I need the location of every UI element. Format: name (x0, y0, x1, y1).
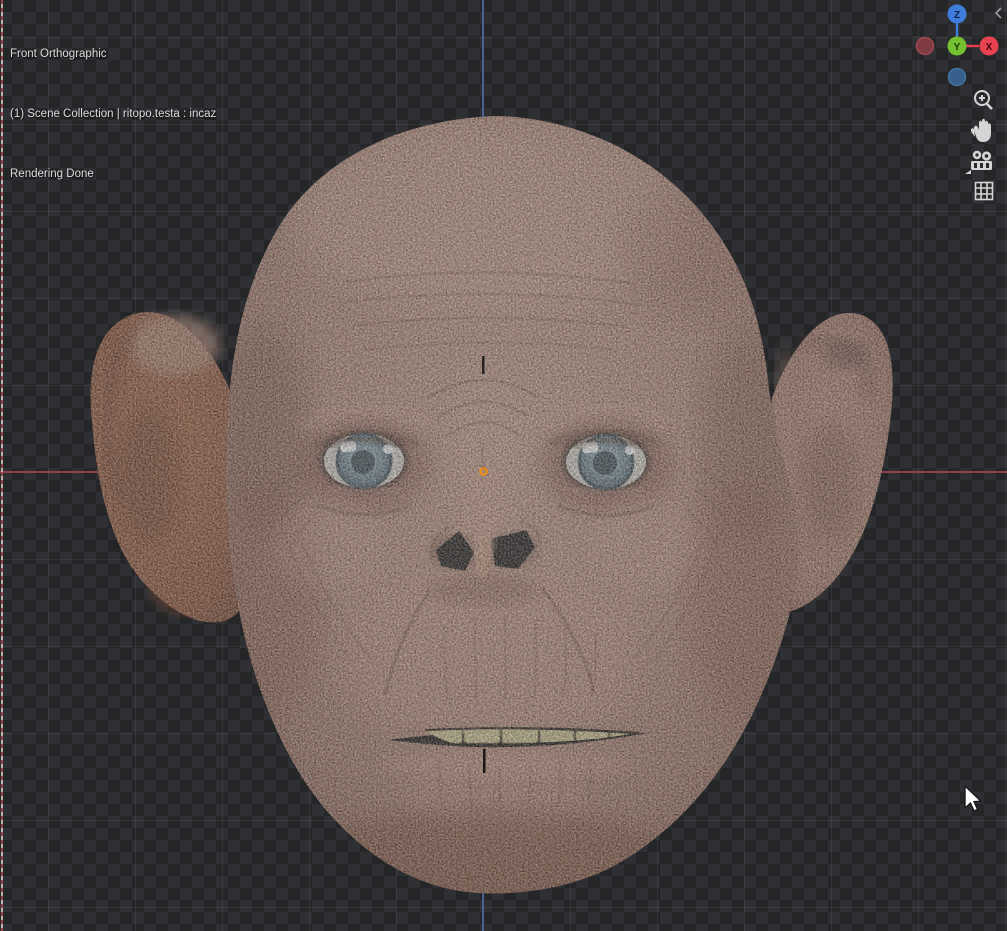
viewport-tools (963, 84, 1007, 209)
gizmo-y-label: Y (954, 42, 961, 53)
gizmo-z-label: Z (954, 10, 960, 21)
gizmo-axis-x-negative[interactable] (917, 38, 934, 55)
scene-collection-label: (1) Scene Collection | ritopo.testa : in… (10, 104, 216, 124)
mouse-cursor-icon (961, 784, 985, 814)
view-name-label: Front Orthographic (10, 44, 216, 64)
zoom-in-icon[interactable] (975, 91, 992, 109)
gizmo-axis-z[interactable]: Z (948, 5, 967, 24)
chin-axis-dash (483, 749, 486, 773)
orthographic-grid-icon[interactable] (976, 183, 993, 200)
gizmo-axis-z-negative[interactable] (949, 69, 966, 86)
pan-hand-icon[interactable] (971, 119, 991, 142)
gizmo-x-label: X (986, 42, 993, 53)
forehead-axis-dash (482, 356, 485, 374)
render-status-label: Rendering Done (10, 164, 216, 184)
view-navigation-gizmo[interactable]: Z Y X (905, 0, 1007, 95)
gizmo-axis-x[interactable]: X (980, 37, 999, 56)
sidebar-collapse-chevron-icon[interactable] (993, 6, 1003, 20)
viewport-overlay-text: Front Orthographic (1) Scene Collection … (10, 4, 216, 224)
blender-3d-viewport[interactable]: Front Orthographic (1) Scene Collection … (0, 0, 1007, 931)
camera-view-icon[interactable] (965, 151, 992, 174)
gizmo-axis-y[interactable]: Y (948, 37, 967, 56)
